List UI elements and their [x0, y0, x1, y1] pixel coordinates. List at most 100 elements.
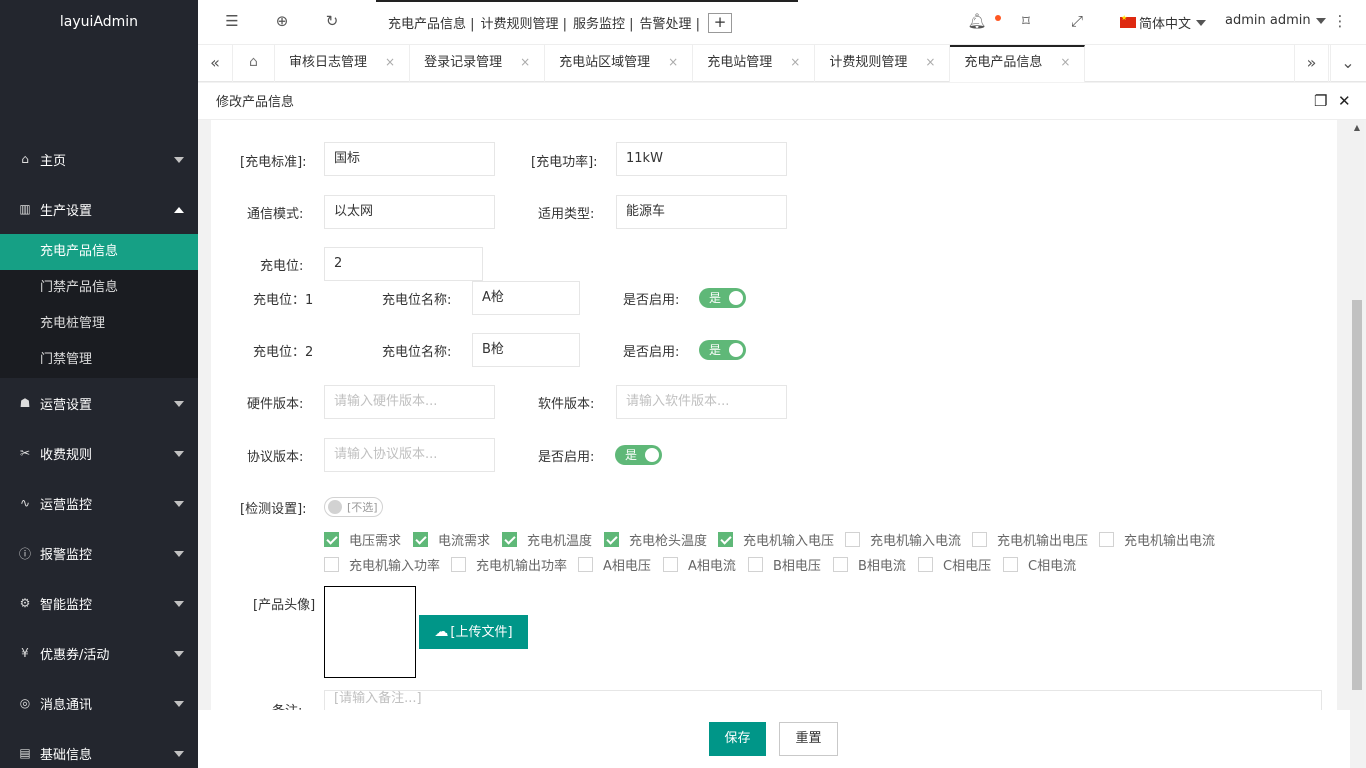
check-voltage-demand[interactable]: 电压需求 — [324, 530, 401, 549]
top-nav-item[interactable]: 计费规则管理 | — [481, 13, 568, 32]
checkbox[interactable] — [578, 557, 593, 572]
more-vertical-icon[interactable]: ⋮ — [1330, 12, 1350, 30]
checkbox[interactable] — [324, 557, 339, 572]
checkbox[interactable] — [918, 557, 933, 572]
check-a-phase-current[interactable]: A相电流 — [663, 555, 736, 574]
close-icon[interactable]: × — [925, 55, 935, 69]
user-menu[interactable]: admin admin — [1225, 13, 1326, 28]
slot-count-input[interactable]: 2 — [324, 247, 483, 281]
scrollbar-thumb[interactable] — [1352, 300, 1362, 690]
checkbox[interactable] — [451, 557, 466, 572]
charging-power-input[interactable]: 11kW — [616, 142, 787, 176]
sidebar-item-basic-info[interactable]: ▤ 基础信息 — [0, 728, 198, 768]
checkbox[interactable] — [748, 557, 763, 572]
check-output-current[interactable]: 充电机输出电流 — [1099, 530, 1215, 549]
sidebar-subitem-access-manage[interactable]: 门禁管理 — [0, 342, 198, 378]
hardware-version-input[interactable]: 请输入硬件版本... — [324, 385, 495, 419]
close-icon[interactable]: × — [668, 55, 678, 69]
bell-icon[interactable]: 🔔︎ — [967, 12, 987, 30]
check-current-demand[interactable]: 电流需求 — [413, 530, 490, 549]
slot-1-enabled-switch[interactable]: 是 — [699, 288, 746, 308]
sidebar-item-fee-rules[interactable]: ✂ 收费规则 — [0, 428, 198, 478]
check-output-power[interactable]: 充电机输出功率 — [451, 555, 567, 574]
checkbox[interactable] — [324, 532, 339, 547]
reset-button[interactable]: 重置 — [779, 722, 838, 756]
enabled-switch[interactable]: 是 — [615, 445, 662, 465]
form-scrollbar[interactable]: ▲ — [1350, 120, 1364, 710]
fullscreen-icon[interactable]: ⤢ — [1067, 12, 1087, 30]
home-tab-icon[interactable]: ⌂ — [233, 45, 275, 82]
software-version-input[interactable]: 请输入软件版本... — [616, 385, 787, 419]
language-select[interactable]: 简体中文 — [1120, 13, 1207, 32]
top-nav-item[interactable]: 告警处理 | — [640, 13, 701, 32]
check-c-phase-current[interactable]: C相电流 — [1003, 555, 1076, 574]
tab-station-area[interactable]: 充电站区域管理 × — [545, 45, 694, 82]
sidebar-subitem-charger-manage[interactable]: 充电桩管理 — [0, 306, 198, 342]
protocol-version-input[interactable]: 请输入协议版本... — [324, 438, 495, 472]
detect-settings-switch[interactable]: [不选] — [324, 497, 383, 517]
tab-charging-product[interactable]: 充电产品信息 × — [950, 45, 1086, 82]
checkbox[interactable] — [845, 532, 860, 547]
tab-fee-rules[interactable]: 计费规则管理 × — [815, 45, 951, 82]
check-a-phase-voltage[interactable]: A相电压 — [578, 555, 651, 574]
sidebar-item-coupons[interactable]: ¥ 优惠券/活动 — [0, 628, 198, 678]
tab-login-records[interactable]: 登录记录管理 × — [410, 45, 546, 82]
slot-1-name-input[interactable]: A枪 — [472, 281, 580, 315]
checkbox[interactable] — [502, 532, 517, 547]
checkbox[interactable] — [1099, 532, 1114, 547]
remark-textarea[interactable]: [请输入备注...] — [324, 690, 1322, 710]
slot-2-name-input[interactable]: B枪 — [472, 333, 580, 367]
checkbox[interactable] — [718, 532, 733, 547]
sidebar-item-operation-monitor[interactable]: ∿ 运营监控 — [0, 478, 198, 528]
check-input-voltage[interactable]: 充电机输入电压 — [718, 530, 834, 549]
tabs-scroll-right-icon[interactable]: » — [1294, 45, 1329, 82]
save-button[interactable]: 保存 — [709, 722, 766, 756]
slot-2-enabled-switch[interactable]: 是 — [699, 340, 746, 360]
check-input-current[interactable]: 充电机输入电流 — [845, 530, 961, 549]
sidebar-item-alarm-monitor[interactable]: ⓘ 报警监控 — [0, 528, 198, 578]
checkbox[interactable] — [833, 557, 848, 572]
sidebar-item-operation-settings[interactable]: ☗ 运营设置 — [0, 378, 198, 428]
check-c-phase-voltage[interactable]: C相电压 — [918, 555, 991, 574]
tab-station-manage[interactable]: 充电站管理 × — [693, 45, 816, 82]
tabs-scroll-left-icon[interactable]: « — [198, 45, 233, 82]
sidebar-item-home[interactable]: ⌂ 主页 — [0, 134, 198, 184]
sidebar-item-production[interactable]: ▥ 生产设置 — [0, 184, 198, 234]
menu-toggle-icon[interactable]: ☰ — [222, 12, 242, 30]
top-nav-item[interactable]: 服务监控 | — [573, 13, 634, 32]
checkbox[interactable] — [604, 532, 619, 547]
close-icon[interactable]: ✕ — [1338, 92, 1351, 110]
check-charger-temp[interactable]: 充电机温度 — [502, 530, 592, 549]
add-nav-button[interactable]: + — [708, 12, 733, 33]
check-gun-temp[interactable]: 充电枪头温度 — [604, 530, 707, 549]
sidebar-item-smart-monitor[interactable]: ⚙ 智能监控 — [0, 578, 198, 628]
globe-icon[interactable]: ⊕ — [272, 12, 292, 30]
checkbox[interactable] — [1003, 557, 1018, 572]
sidebar-subitem-charging-product[interactable]: 充电产品信息 — [0, 234, 198, 270]
close-icon[interactable]: × — [385, 55, 395, 69]
app-logo[interactable]: layuiAdmin — [0, 0, 198, 44]
check-output-voltage[interactable]: 充电机输出电压 — [972, 530, 1088, 549]
tabs-menu-chevron-icon[interactable]: ⌄ — [1330, 45, 1365, 82]
check-input-power[interactable]: 充电机输入功率 — [324, 555, 440, 574]
close-icon[interactable]: × — [520, 55, 530, 69]
sidebar-subitem-access-product[interactable]: 门禁产品信息 — [0, 270, 198, 306]
scroll-up-icon[interactable]: ▲ — [1350, 123, 1364, 132]
upload-file-button[interactable]: ☁ [上传文件] — [419, 615, 528, 649]
close-icon[interactable]: × — [1060, 55, 1070, 69]
comm-mode-input[interactable]: 以太网 — [324, 195, 495, 229]
top-nav-item[interactable]: 充电产品信息 | — [388, 13, 475, 32]
refresh-icon[interactable]: ↻ — [322, 12, 342, 30]
tag-icon[interactable]: ⌑ — [1016, 12, 1036, 30]
tab-audit-log[interactable]: 审核日志管理 × — [275, 45, 411, 82]
close-icon[interactable]: × — [790, 55, 800, 69]
maximize-icon[interactable]: ❐ — [1314, 92, 1327, 110]
sidebar-item-messages[interactable]: ◎ 消息通讯 — [0, 678, 198, 728]
checkbox[interactable] — [972, 532, 987, 547]
check-b-phase-current[interactable]: B相电流 — [833, 555, 906, 574]
checkbox[interactable] — [663, 557, 678, 572]
charging-standard-input[interactable]: 国标 — [324, 142, 495, 176]
applicable-type-input[interactable]: 能源车 — [616, 195, 787, 229]
checkbox[interactable] — [413, 532, 428, 547]
check-b-phase-voltage[interactable]: B相电压 — [748, 555, 821, 574]
